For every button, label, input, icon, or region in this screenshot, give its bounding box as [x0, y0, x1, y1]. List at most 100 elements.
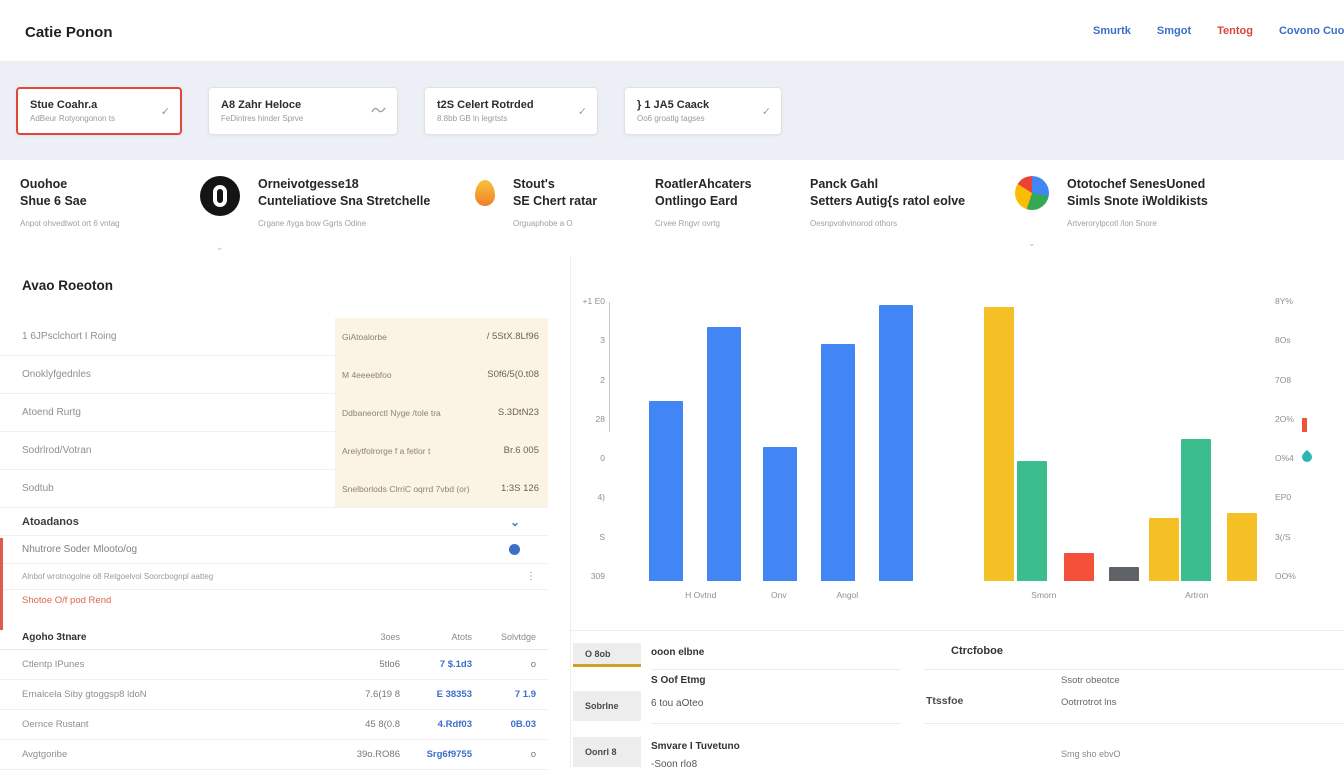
- bottom-mid-line: -Soon rlo8: [651, 759, 697, 770]
- nav-link[interactable]: Smgot: [1157, 25, 1191, 37]
- feature-item[interactable]: ⌄Orneivotgesse18Cunteliatiove Sna Stretc…: [200, 176, 430, 228]
- stat-card-text: } 1 JA5 CaackOo6 groatlg tagses: [637, 99, 709, 123]
- chart-bar: [984, 307, 1014, 581]
- report-extra-row[interactable]: Atoadanos⌄: [0, 508, 548, 536]
- stat-card-title: A8 Zahr Heloce: [221, 99, 303, 111]
- bottom-mid-line: 6 tou aOteo: [651, 698, 703, 709]
- report-row: SodtubSnelborlods ClrriC oqrrd 7vbd (or)…: [0, 470, 548, 508]
- table-cell: Srg6f9755: [400, 749, 472, 760]
- y-axis-tick: +1 E0: [583, 296, 605, 306]
- kebab-icon[interactable]: ⋮: [526, 571, 536, 582]
- chart-bar: [707, 327, 741, 581]
- chevron-down-icon: ⌄: [1028, 238, 1036, 249]
- top-nav: Smurtk Smgot Tentog Covono Cuor: [1093, 0, 1344, 62]
- feature-text: RoatlerAhcatersOntlingo EardCrvee Rngvr …: [655, 176, 752, 228]
- feature-item[interactable]: RoatlerAhcatersOntlingo EardCrvee Rngvr …: [655, 176, 752, 228]
- feature-title: Ouohoe: [20, 176, 120, 193]
- chart-bar: [1227, 513, 1257, 581]
- bar-plot: [631, 296, 1271, 581]
- chevron-down-icon[interactable]: ⌄: [510, 515, 520, 529]
- report-link[interactable]: Shotoe O/f pod Rend: [22, 595, 111, 606]
- x-axis-label: H Ovtnd: [685, 590, 716, 600]
- report-extra-label: Alnbof wrotnogolne o8 Retgoelvol Soorcbo…: [22, 572, 213, 581]
- feature-title: Orneivotgesse18: [258, 176, 430, 193]
- stat-card[interactable]: t2S Celert Rotrded8.8bb GB ln legrtsts✓: [424, 87, 598, 135]
- stat-card-text: t2S Celert Rotrded8.8bb GB ln legrtsts: [437, 99, 534, 123]
- table-row: Ernalcela Siby gtoggsp8 ldoN7.6(19 8E 38…: [0, 680, 548, 710]
- table-cell: 7 $.1d3: [400, 659, 472, 670]
- feature-title: Setters Autig{s ratol eolve: [810, 193, 965, 210]
- bottom-tab[interactable]: Sobrlne: [573, 691, 641, 721]
- x-axis-label: Onv: [771, 590, 787, 600]
- report-row-label: Atoend Rurtg: [0, 394, 335, 431]
- table-cell: 39o.RO86: [300, 749, 400, 760]
- chart-bar: [1017, 461, 1047, 581]
- feature-title: Panck Gahl: [810, 176, 965, 193]
- report-row-label: Onoklyfgednles: [0, 356, 335, 393]
- stats-table: Agoho 3tnare3oesAtotsSolvtdgeCtlentp IPu…: [0, 625, 548, 770]
- divider: [924, 669, 1344, 670]
- report-row-value: 1:3S 126: [470, 470, 548, 507]
- feature-title: Simls Snote iWoldikists: [1067, 193, 1208, 210]
- feature-item[interactable]: ⌄Ototochef SenesUonedSimls Snote iWoldik…: [1015, 176, 1208, 228]
- bottom-right-line: Ootrrotrot lns: [1061, 697, 1116, 708]
- y-axis-tick: EP0: [1275, 492, 1291, 502]
- footer-panels: O 8obSobrlneOonrl 8ooon elbneS Oof Etmg6…: [570, 630, 1344, 768]
- y-axis-tick: 2O%: [1275, 414, 1294, 424]
- y-axis-tick: 309: [591, 571, 605, 581]
- feature-text: OuohoeShue 6 SaeAnpot ohvedtwot ort 6 vn…: [20, 176, 120, 228]
- nav-link[interactable]: Covono Cuor: [1279, 25, 1344, 37]
- table-row: Ctlentp IPunes5tlo67 $.1d3o: [0, 650, 548, 680]
- bottom-right-row-label: Ttssfoe: [926, 695, 963, 707]
- nav-link[interactable]: Smurtk: [1093, 25, 1131, 37]
- report-row: Sodrlrod/VotranAreiytfolrorge f a fetlor…: [0, 432, 548, 470]
- stat-card-subtitle: 8.8bb GB ln legrtsts: [437, 114, 534, 123]
- stat-card[interactable]: A8 Zahr HeloceFeDintres hinder Sprve: [208, 87, 398, 135]
- check-icon: ✓: [762, 105, 771, 118]
- pie-chart-icon: [1015, 176, 1049, 210]
- bar-chart: +1 E0322804)S309 8Y%8Os7O82O%O%4EP03(/SO…: [570, 256, 1344, 630]
- report-row-mid: GiAtoalorbe: [335, 318, 470, 355]
- divider: [651, 669, 901, 670]
- bottom-tab[interactable]: O 8ob: [573, 643, 641, 667]
- report-row-mid: Ddbaneorctl Nyge /tole tra: [335, 394, 470, 431]
- stat-card-text: A8 Zahr HeloceFeDintres hinder Sprve: [221, 99, 303, 123]
- x-axis-label: Smorn: [1031, 590, 1056, 600]
- divider: [924, 723, 1344, 724]
- y-axis-tick: S: [599, 532, 605, 542]
- chart-bar: [821, 344, 855, 581]
- table-cell: o: [472, 659, 542, 670]
- report-row-mid: Areiytfolrorge f a fetlor t: [335, 432, 470, 469]
- chart-bar: [763, 447, 797, 581]
- chart-bar: [879, 305, 913, 581]
- y-axis-tick: OO%: [1275, 571, 1296, 581]
- bottom-tab[interactable]: Oonrl 8: [573, 737, 641, 767]
- report-panel: Avao Roeoton 1 6JPsclchort I RoingGiAtoa…: [0, 256, 570, 768]
- table-cell: 45 8(0.8: [300, 719, 400, 730]
- feature-item[interactable]: Panck GahlSetters Autig{s ratol eolveOes…: [810, 176, 965, 228]
- table-header-cell: Atots: [400, 632, 472, 642]
- feature-title: Ontlingo Eard: [655, 193, 752, 210]
- stat-card[interactable]: Stue Coahr.aAdBeur Rotyongonon ts✓: [16, 87, 182, 135]
- info-icon[interactable]: [509, 544, 520, 555]
- table-cell: Ernalcela Siby gtoggsp8 ldoN: [0, 689, 300, 700]
- red-marker-icon: [1302, 418, 1307, 432]
- squiggle-icon: [371, 105, 387, 118]
- feature-item[interactable]: OuohoeShue 6 SaeAnpot ohvedtwot ort 6 vn…: [20, 176, 120, 228]
- y-axis-tick: 28: [596, 414, 605, 424]
- left-accent-line: [0, 538, 3, 630]
- flame-icon: [475, 180, 495, 206]
- nav-link[interactable]: Tentog: [1217, 25, 1253, 37]
- stat-card[interactable]: } 1 JA5 CaackOo6 groatlg tagses ✓: [624, 87, 782, 135]
- table-row: Oernce Rustant45 8(0.84.Rdf030B.03: [0, 710, 548, 740]
- feature-title: SE Chert ratar: [513, 193, 597, 210]
- report-row-value: S0f6/5(0.t08: [470, 356, 548, 393]
- feature-text: Panck GahlSetters Autig{s ratol eolveOes…: [810, 176, 965, 228]
- panel-title: Avao Roeoton: [22, 278, 113, 293]
- report-extra-row: Alnbof wrotnogolne o8 Retgoelvol Soorcbo…: [0, 564, 548, 590]
- y-axis-tick: 4): [597, 492, 605, 502]
- feature-item[interactable]: Stout'sSE Chert ratarOrguaphobe a O: [475, 176, 597, 228]
- report-row-value: S.3DtN23: [470, 394, 548, 431]
- brand: Catie Ponon: [25, 24, 113, 41]
- bottom-mid-line: ooon elbne: [651, 647, 704, 658]
